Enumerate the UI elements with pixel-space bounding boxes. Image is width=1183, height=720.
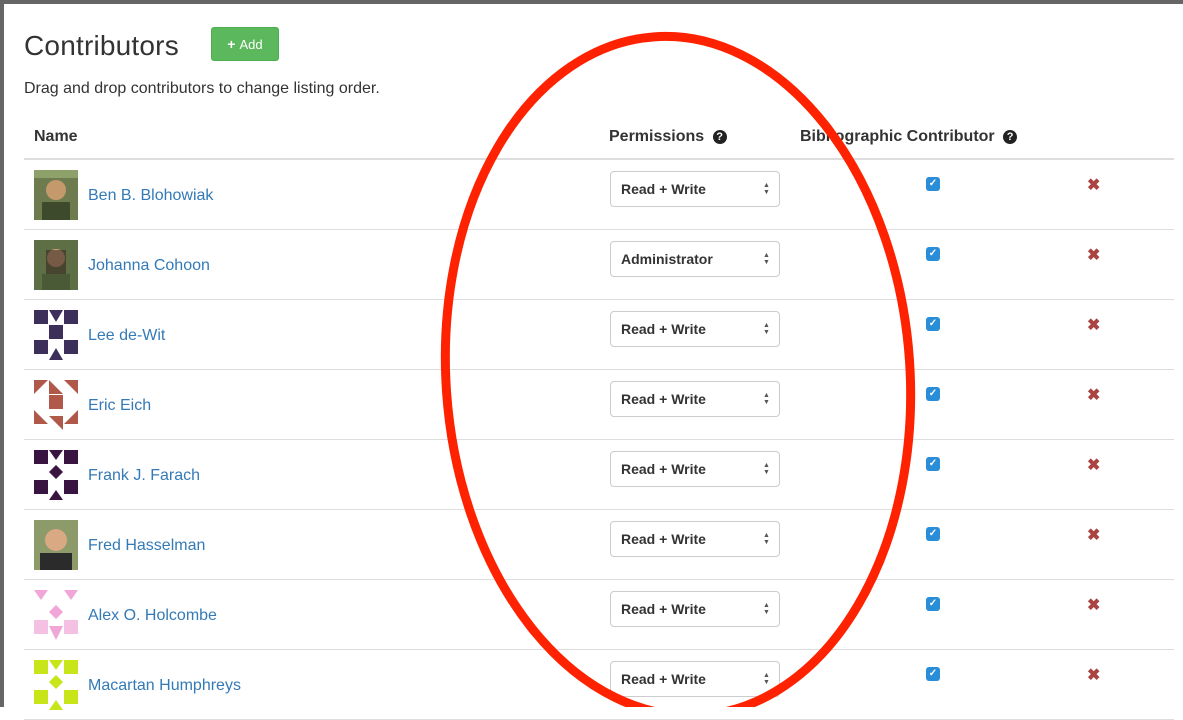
permission-select[interactable]: Read + Write ▲ ▼ — [610, 171, 780, 207]
contributor-row[interactable]: Fred Hasselman Read + Write ▲ ▼ ✓ ✖ — [24, 510, 1174, 580]
check-icon: ✓ — [928, 248, 938, 259]
up-down-arrows-icon: ▲ ▼ — [763, 602, 770, 616]
contributor-name-link[interactable]: Fred Hasselman — [88, 537, 205, 555]
drag-instructions: Drag and drop contributors to change lis… — [24, 80, 380, 97]
check-icon: ✓ — [928, 458, 938, 469]
permission-select[interactable]: Administrator ▲ ▼ — [610, 241, 780, 277]
window-frame-top — [0, 0, 1183, 4]
avatar — [34, 170, 78, 220]
permission-value: Read + Write — [621, 461, 706, 477]
question-circle-icon[interactable]: ? — [712, 130, 727, 144]
contributor-name-link[interactable]: Macartan Humphreys — [88, 677, 241, 695]
add-button-label: Add — [239, 36, 263, 52]
column-header-name-label: Name — [34, 128, 78, 145]
up-down-arrows-icon: ▲ ▼ — [763, 252, 770, 266]
x-icon[interactable]: ✖ — [1087, 385, 1100, 405]
x-icon[interactable]: ✖ — [1087, 525, 1100, 545]
avatar — [34, 520, 78, 570]
up-down-arrows-icon: ▲ ▼ — [763, 462, 770, 476]
permission-select[interactable]: Read + Write ▲ ▼ — [610, 521, 780, 557]
permission-value: Read + Write — [621, 671, 706, 687]
contributor-name-link[interactable]: Lee de-Wit — [88, 327, 165, 345]
bibliographic-checkbox[interactable]: ✓ — [926, 387, 940, 401]
bibliographic-checkbox[interactable]: ✓ — [926, 457, 940, 471]
column-header-bibliographic: Bibliographic Contributor ? — [800, 128, 1018, 146]
contributor-name-link[interactable]: Alex O. Holcombe — [88, 607, 217, 625]
contributor-row[interactable]: Macartan Humphreys Read + Write ▲ ▼ ✓ ✖ — [24, 650, 1174, 720]
check-icon: ✓ — [928, 318, 938, 329]
avatar — [34, 450, 78, 500]
contributor-row[interactable]: Johanna Cohoon Administrator ▲ ▼ ✓ ✖ — [24, 230, 1174, 300]
contributor-row[interactable]: Lee de-Wit Read + Write ▲ ▼ ✓ ✖ — [24, 300, 1174, 370]
bibliographic-checkbox[interactable]: ✓ — [926, 317, 940, 331]
permission-value: Read + Write — [621, 391, 706, 407]
up-down-arrows-icon: ▲ ▼ — [763, 532, 770, 546]
question-circle-icon[interactable]: ? — [1003, 130, 1018, 144]
avatar — [34, 380, 78, 430]
up-down-arrows-icon: ▲ ▼ — [763, 392, 770, 406]
check-icon: ✓ — [928, 528, 938, 539]
contributor-name-link[interactable]: Johanna Cohoon — [88, 257, 210, 275]
contributor-name-link[interactable]: Eric Eich — [88, 397, 151, 415]
permission-select[interactable]: Read + Write ▲ ▼ — [610, 381, 780, 417]
permission-value: Administrator — [621, 251, 713, 267]
up-down-arrows-icon: ▲ ▼ — [763, 182, 770, 196]
bibliographic-checkbox[interactable]: ✓ — [926, 527, 940, 541]
bibliographic-checkbox[interactable]: ✓ — [926, 597, 940, 611]
contributor-name-link[interactable]: Ben B. Blohowiak — [88, 187, 213, 205]
contributor-row[interactable]: Eric Eich Read + Write ▲ ▼ ✓ ✖ — [24, 370, 1174, 440]
x-icon[interactable]: ✖ — [1087, 595, 1100, 615]
permission-select[interactable]: Read + Write ▲ ▼ — [610, 661, 780, 697]
column-header-name: Name — [34, 128, 78, 146]
check-icon: ✓ — [928, 668, 938, 679]
permission-value: Read + Write — [621, 601, 706, 617]
plus-icon: + — [227, 36, 236, 52]
avatar — [34, 590, 78, 640]
add-contributor-button[interactable]: + Add — [210, 27, 279, 61]
x-icon[interactable]: ✖ — [1087, 315, 1100, 335]
contributor-row[interactable]: Frank J. Farach Read + Write ▲ ▼ ✓ ✖ — [24, 440, 1174, 510]
x-icon[interactable]: ✖ — [1087, 455, 1100, 475]
permission-select[interactable]: Read + Write ▲ ▼ — [610, 311, 780, 347]
permission-select[interactable]: Read + Write ▲ ▼ — [610, 591, 780, 627]
permission-select[interactable]: Read + Write ▲ ▼ — [610, 451, 780, 487]
x-icon[interactable]: ✖ — [1087, 665, 1100, 685]
check-icon: ✓ — [928, 598, 938, 609]
page-title: Contributors — [24, 30, 179, 61]
avatar — [34, 310, 78, 360]
column-header-permissions-label: Permissions — [609, 128, 705, 145]
up-down-arrows-icon: ▲ ▼ — [763, 672, 770, 686]
window-frame-left — [0, 0, 4, 707]
up-down-arrows-icon: ▲ ▼ — [763, 322, 770, 336]
check-icon: ✓ — [928, 178, 938, 189]
permission-value: Read + Write — [621, 181, 706, 197]
permission-value: Read + Write — [621, 531, 706, 547]
contributors-header: Contributors + Add — [24, 27, 279, 62]
bibliographic-checkbox[interactable]: ✓ — [926, 667, 940, 681]
check-icon: ✓ — [928, 388, 938, 399]
contributor-row[interactable]: Ben B. Blohowiak Read + Write ▲ ▼ ✓ ✖ — [24, 160, 1174, 230]
column-header-bibliographic-label: Bibliographic Contributor — [800, 128, 995, 145]
avatar — [34, 660, 78, 710]
bibliographic-checkbox[interactable]: ✓ — [926, 247, 940, 261]
x-icon[interactable]: ✖ — [1087, 245, 1100, 265]
contributor-name-link[interactable]: Frank J. Farach — [88, 467, 200, 485]
x-icon[interactable]: ✖ — [1087, 175, 1100, 195]
avatar — [34, 240, 78, 290]
permission-value: Read + Write — [621, 321, 706, 337]
bibliographic-checkbox[interactable]: ✓ — [926, 177, 940, 191]
column-header-permissions: Permissions ? — [609, 128, 727, 146]
contributor-row[interactable]: Alex O. Holcombe Read + Write ▲ ▼ ✓ ✖ — [24, 580, 1174, 650]
